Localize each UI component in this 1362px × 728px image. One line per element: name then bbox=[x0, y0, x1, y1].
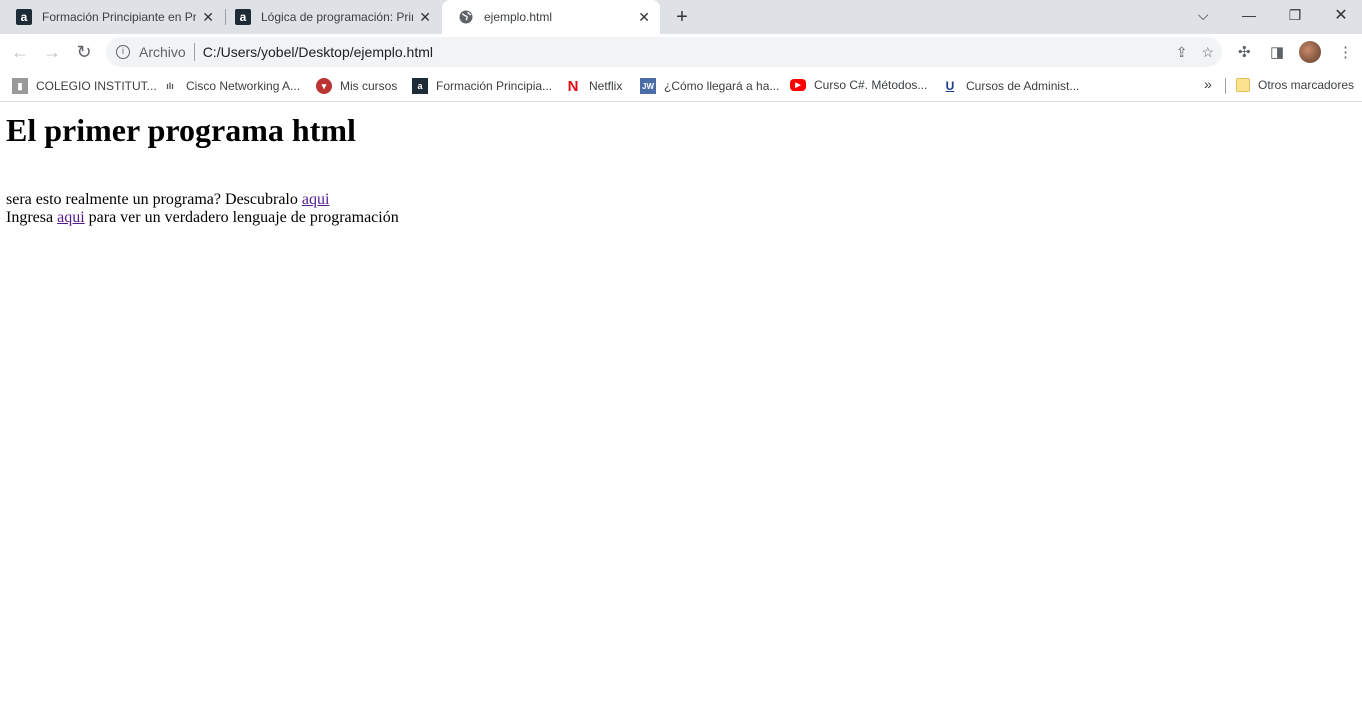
close-tab-icon[interactable]: ✕ bbox=[419, 9, 431, 26]
menu-kebab-icon[interactable]: ⋮ bbox=[1338, 43, 1353, 61]
bookmark-cisco[interactable]: ılı Cisco Networking A... bbox=[162, 78, 300, 94]
address-bar[interactable]: i Archivo C:/Users/yobel/Desktop/ejemplo… bbox=[106, 37, 1222, 67]
close-tab-icon[interactable]: ✕ bbox=[202, 9, 214, 26]
aqui-link-2[interactable]: aqui bbox=[57, 209, 85, 226]
info-icon[interactable]: i bbox=[116, 45, 130, 59]
alura-icon: a bbox=[235, 9, 251, 25]
bookmark-colegio[interactable]: ▮ COLEGIO INSTITUT... bbox=[12, 78, 157, 94]
back-button[interactable]: ← bbox=[4, 42, 36, 63]
tab-strip: a Formación Principiante en Pr ✕ a Lógic… bbox=[0, 0, 1362, 34]
netflix-icon: N bbox=[567, 77, 579, 95]
bookmarks-bar: ▮ COLEGIO INSTITUT... ılı Cisco Networking… bbox=[0, 70, 1362, 102]
minimize-button[interactable]: — bbox=[1226, 0, 1272, 30]
close-window-button[interactable]: ✕ bbox=[1318, 0, 1362, 30]
star-icon[interactable]: ☆ bbox=[1201, 44, 1214, 61]
bookmark-mis-cursos[interactable]: ▾ Mis cursos bbox=[316, 78, 397, 94]
page-heading: El primer programa html bbox=[6, 112, 356, 148]
share-icon[interactable]: ⇪ bbox=[1176, 44, 1188, 61]
bookmark-cursos-admin[interactable]: U Cursos de Administ... bbox=[942, 78, 1080, 94]
crest-icon: ▾ bbox=[316, 78, 332, 94]
alura-icon: a bbox=[412, 78, 428, 94]
tab-logica[interactable]: a Lógica de programación: Prin ✕ bbox=[219, 0, 441, 34]
alura-icon: a bbox=[16, 9, 32, 25]
close-tab-icon[interactable]: ✕ bbox=[638, 9, 650, 26]
bookmark-netflix[interactable]: N Netflix bbox=[565, 77, 623, 95]
paragraph-1: sera esto realmente un programa? Descubr… bbox=[6, 191, 330, 208]
reload-button[interactable]: ↻ bbox=[68, 42, 100, 63]
bookmark-youtube[interactable]: ▶ Curso C#. Métodos... bbox=[790, 78, 927, 92]
globe-icon bbox=[458, 9, 474, 25]
bookmark-otros-marcadores[interactable]: Otros marcadores bbox=[1236, 78, 1354, 92]
folder-icon bbox=[1236, 78, 1250, 92]
extensions-puzzle-icon[interactable]: ✣ bbox=[1238, 43, 1251, 61]
tab-search-chevron-icon[interactable]: ⌵ bbox=[1180, 0, 1226, 30]
divider bbox=[1225, 78, 1226, 94]
cisco-icon: ılı bbox=[166, 81, 174, 91]
page-content: El primer programa html sera esto realme… bbox=[0, 112, 1362, 227]
url-text[interactable]: C:/Users/yobel/Desktop/ejemplo.html bbox=[203, 44, 433, 60]
toolbar: ← → ↻ i Archivo C:/Users/yobel/Desktop/e… bbox=[0, 34, 1362, 70]
tab-formacion[interactable]: a Formación Principiante en Pr ✕ bbox=[0, 0, 224, 34]
paragraph-2: Ingresa aqui para ver un verdadero lengu… bbox=[6, 209, 399, 226]
side-panel-icon[interactable]: ◨ bbox=[1270, 43, 1284, 61]
new-tab-button[interactable]: + bbox=[660, 2, 704, 32]
restore-button[interactable]: ❐ bbox=[1272, 0, 1318, 30]
bookmark-formacion[interactable]: a Formación Principia... bbox=[412, 78, 552, 94]
u-icon: U bbox=[945, 79, 955, 93]
school-icon: ▮ bbox=[12, 78, 28, 94]
youtube-icon: ▶ bbox=[790, 79, 806, 91]
more-bookmarks-chevron-icon[interactable]: » bbox=[1204, 76, 1212, 92]
avatar[interactable] bbox=[1299, 41, 1321, 63]
divider bbox=[193, 43, 195, 61]
aqui-link-1[interactable]: aqui bbox=[302, 191, 330, 208]
bookmark-jw[interactable]: JW ¿Cómo llegará a ha... bbox=[640, 78, 779, 94]
forward-button[interactable]: → bbox=[36, 42, 68, 63]
jw-icon: JW bbox=[640, 78, 656, 94]
tab-ejemplo[interactable]: ejemplo.html ✕ bbox=[442, 0, 660, 34]
